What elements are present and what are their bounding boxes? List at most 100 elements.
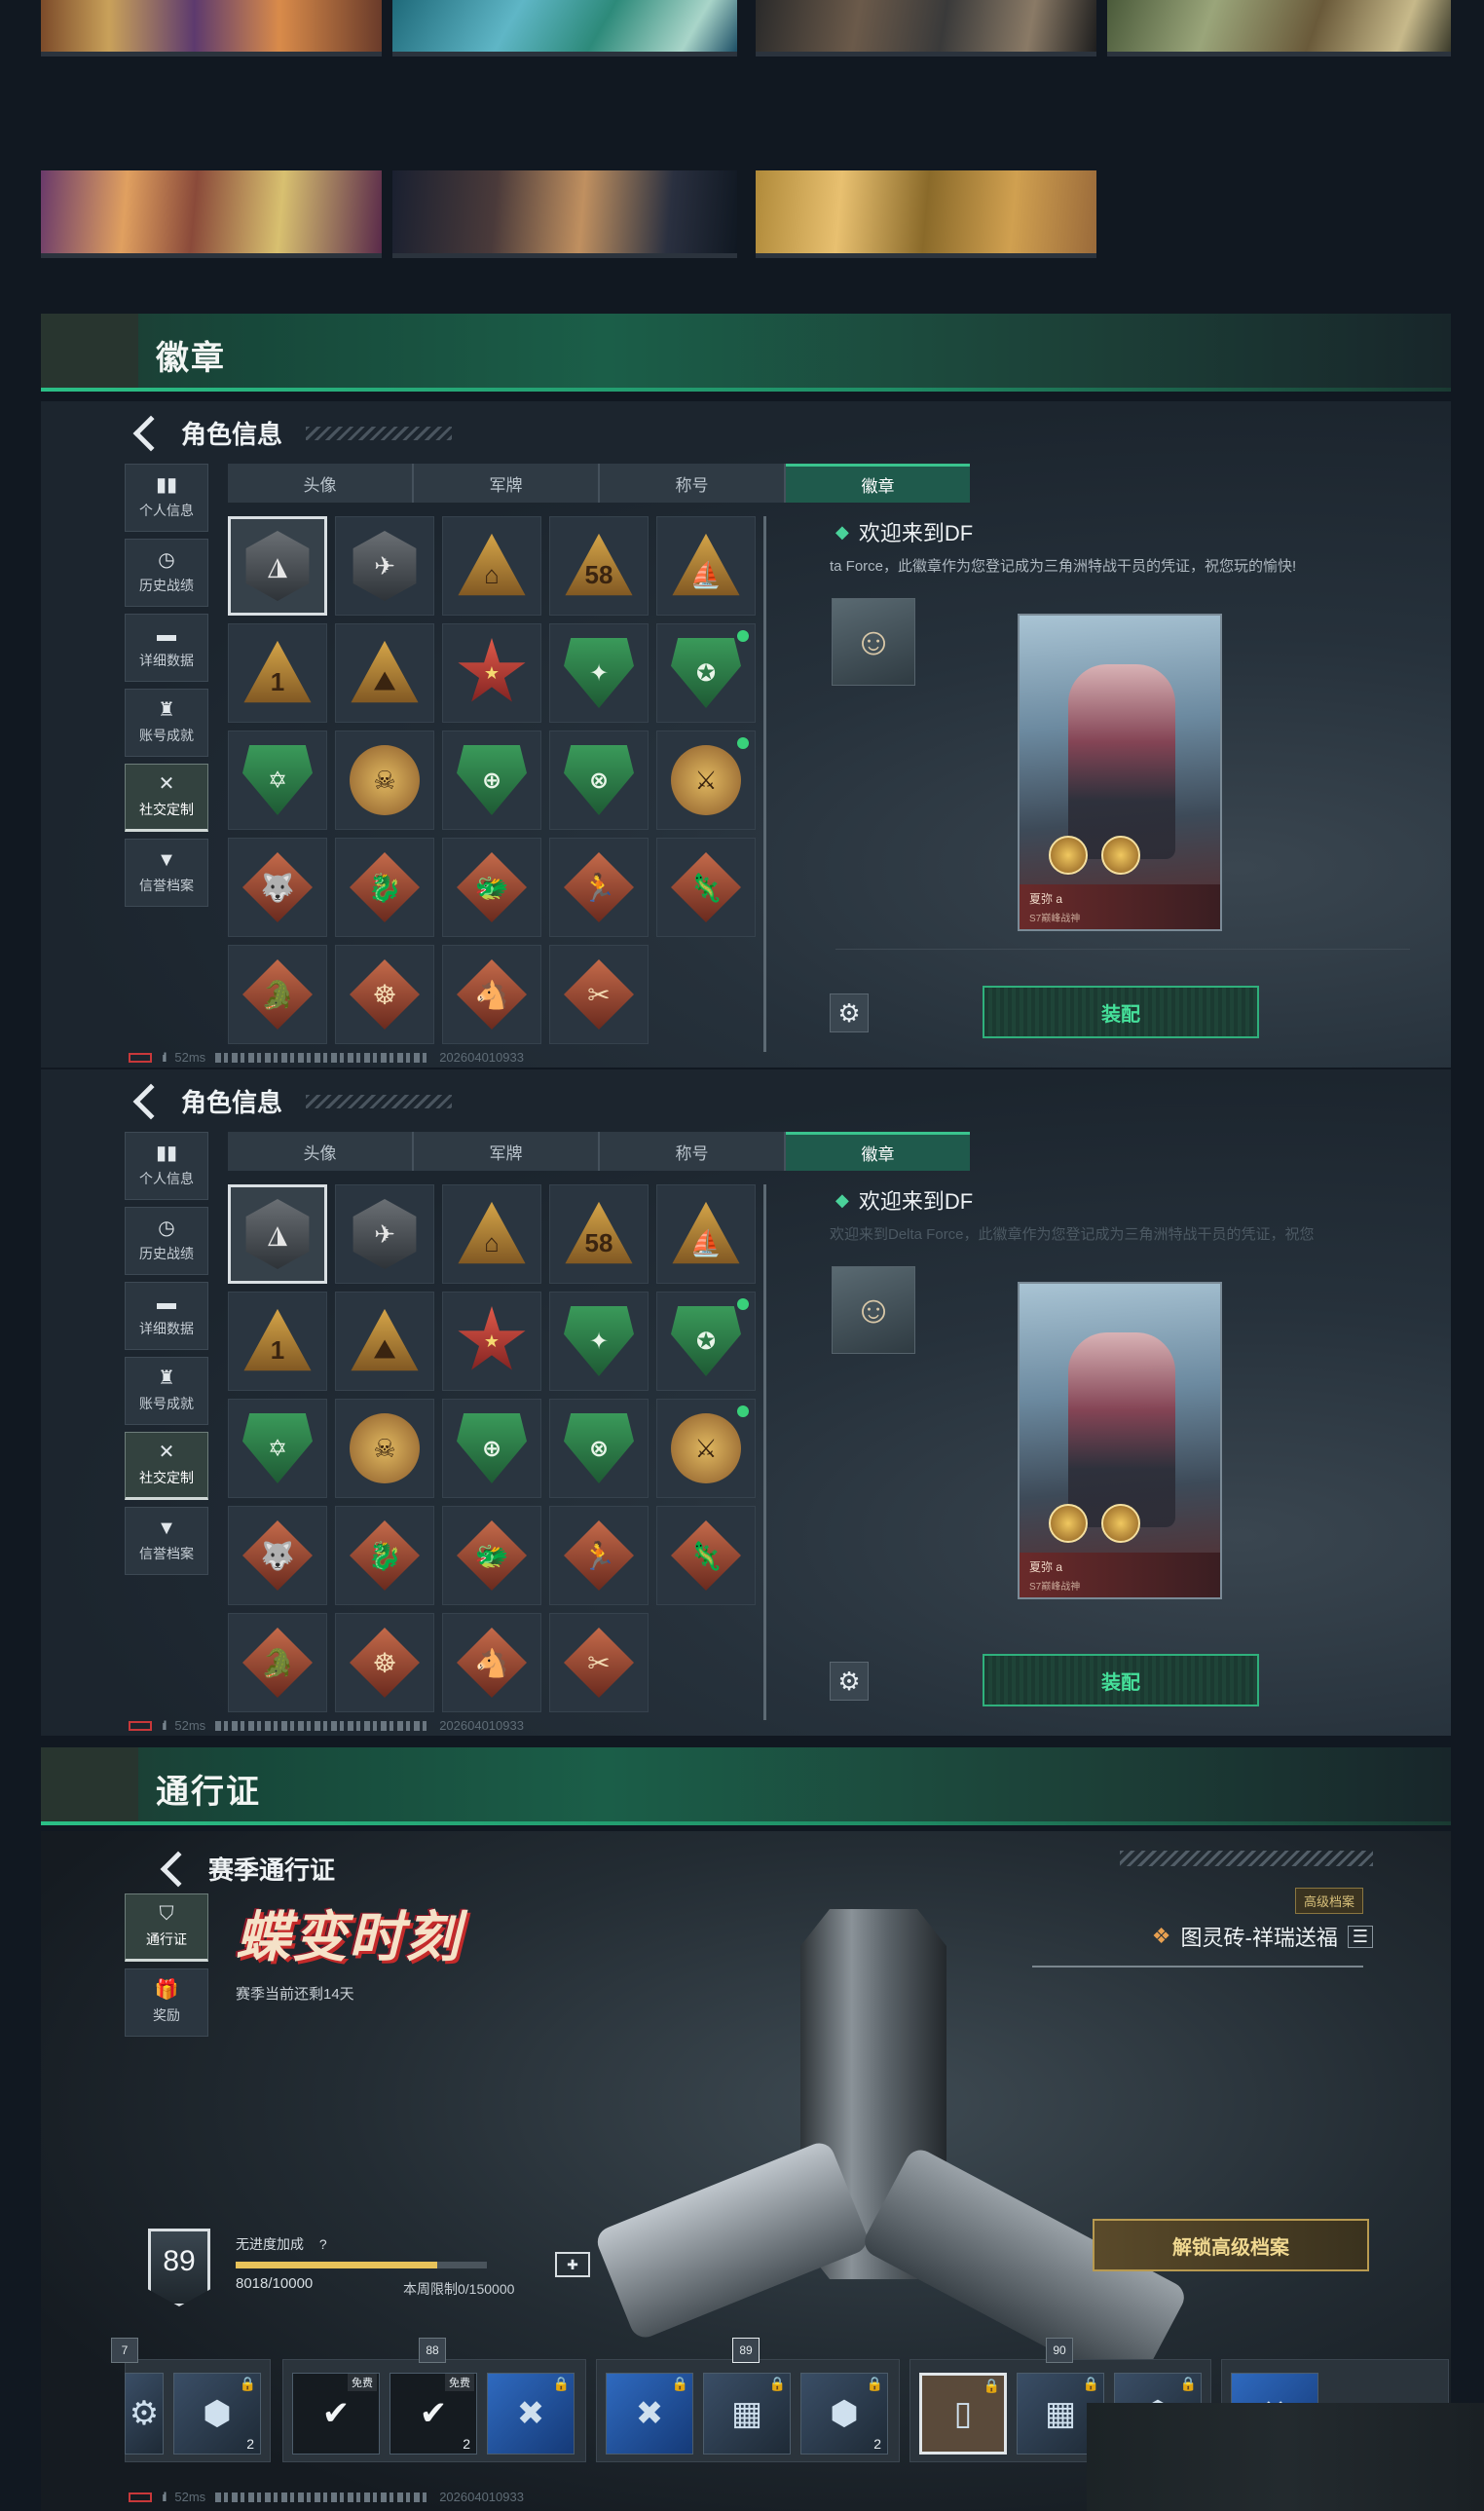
event-banner-2[interactable] xyxy=(392,0,737,56)
gear-icon[interactable]: ⚙ xyxy=(830,993,869,1032)
event-banner-1[interactable] xyxy=(41,0,382,56)
badge-cell[interactable]: 🦎 xyxy=(656,1506,756,1605)
badge-cell[interactable]: 🐲 xyxy=(442,838,541,937)
badge-cell[interactable]: 58 xyxy=(549,516,649,616)
event-banner-3[interactable] xyxy=(756,0,1096,56)
sidebar-item-reputation[interactable]: ▼ 信誉档案 xyxy=(125,1507,208,1575)
reward-title[interactable]: ❖ 图灵砖-祥瑞送福 ☰ xyxy=(1152,1921,1373,1952)
badge-cell[interactable]: 🐲 xyxy=(442,1506,541,1605)
event-banner-4[interactable] xyxy=(1107,0,1451,56)
tab-title[interactable]: 称号 xyxy=(600,1132,786,1171)
tab-badge[interactable]: 徽章 xyxy=(786,464,970,503)
badge-cell[interactable]: ✂ xyxy=(549,1613,649,1712)
reward-slot[interactable]: 🔒 ▦ xyxy=(703,2373,791,2455)
event-banner-5[interactable] xyxy=(41,170,382,258)
badge-cell[interactable]: 1 xyxy=(228,623,327,723)
sidebar-item-stats[interactable]: ▬ 详细数据 xyxy=(125,614,208,682)
badge-cell[interactable]: ⊕ xyxy=(442,731,541,830)
badge-cell[interactable]: ★ xyxy=(442,623,541,723)
badge-cell[interactable]: ⛵ xyxy=(656,1184,756,1284)
badge-cell[interactable]: 🐺 xyxy=(228,1506,327,1605)
badge-cell[interactable]: ⊕ xyxy=(442,1399,541,1498)
badge-cell[interactable]: ✈ xyxy=(335,516,434,616)
reward-slot[interactable]: 🔒 ✖ xyxy=(487,2373,575,2455)
badge-cell[interactable]: ☠ xyxy=(335,1399,434,1498)
sidebar-item-achievements[interactable]: ♜ 账号成就 xyxy=(125,1357,208,1425)
reward-slot[interactable]: ⚙ xyxy=(125,2373,164,2455)
sidebar-item-history[interactable]: ◷ 历史战绩 xyxy=(125,1207,208,1275)
sidebar-item-rewards[interactable]: 🎁 奖励 xyxy=(125,1968,208,2037)
sidebar-item-social[interactable]: ✕ 社交定制 xyxy=(125,764,208,832)
tab-badge[interactable]: 徽章 xyxy=(786,1132,970,1171)
badge-cell[interactable]: 🐺 xyxy=(228,838,327,937)
sidebar-item-profile[interactable]: ▮▮ 个人信息 xyxy=(125,464,208,532)
sidebar-item-pass[interactable]: ⛉ 通行证 xyxy=(125,1893,208,1962)
tab-dogtag[interactable]: 军牌 xyxy=(414,1132,600,1171)
badge-cell[interactable]: ✦ xyxy=(549,1292,649,1391)
ticket-icon[interactable]: ✚ xyxy=(555,2252,590,2277)
event-banner-6[interactable] xyxy=(392,170,737,258)
gear-icon[interactable]: ⚙ xyxy=(830,1662,869,1701)
back-arrow-icon[interactable] xyxy=(132,415,169,451)
badge-cell[interactable]: ✪ xyxy=(656,623,756,723)
help-icon[interactable]: ? xyxy=(319,2236,327,2252)
reward-slot[interactable]: 🔒 ✖ xyxy=(606,2373,693,2455)
badge-cell[interactable]: ⚔ xyxy=(656,731,756,830)
back-arrow-icon[interactable] xyxy=(160,1851,197,1887)
reward-slot[interactable]: 免费 ✔ 2 xyxy=(390,2373,477,2455)
badge-cell[interactable]: 1 xyxy=(228,1292,327,1391)
tab-avatar[interactable]: 头像 xyxy=(228,464,414,503)
badge-cell[interactable]: ⌂ xyxy=(442,516,541,616)
badge-cell[interactable]: ✡ xyxy=(228,1399,327,1498)
badge-cell[interactable]: 🐊 xyxy=(228,945,327,1044)
tab-title[interactable]: 称号 xyxy=(600,464,786,503)
badge-cell[interactable]: ✪ xyxy=(656,1292,756,1391)
badge-shield-icon: ⊕ xyxy=(457,1413,527,1483)
reward-slot[interactable]: 🔒 ⬢ 2 xyxy=(800,2373,888,2455)
badge-cell[interactable]: ★ xyxy=(442,1292,541,1391)
badge-cell[interactable]: ⛵ xyxy=(656,516,756,616)
equip-button[interactable]: 装配 xyxy=(983,1654,1259,1706)
badge-cell[interactable]: 🐴 xyxy=(442,945,541,1044)
badge-cell[interactable]: 🐉 xyxy=(335,838,434,937)
reward-slot[interactable]: 免费 ✔ xyxy=(292,2373,380,2455)
badge-cell-selected[interactable]: ◮ xyxy=(228,516,327,616)
badge-cell[interactable]: 🏃 xyxy=(549,1506,649,1605)
sidebar-item-reputation[interactable]: ▼ 信誉档案 xyxy=(125,839,208,907)
badge-emblem-icon xyxy=(1101,1504,1140,1543)
badge-cell[interactable]: ☠ xyxy=(335,731,434,830)
badge-cell[interactable]: ✂ xyxy=(549,945,649,1044)
badge-cell[interactable]: ✡ xyxy=(228,731,327,830)
badge-cell[interactable]: 🏃 xyxy=(549,838,649,937)
unlock-elite-button[interactable]: 解锁高级档案 xyxy=(1093,2219,1369,2271)
tab-dogtag[interactable]: 军牌 xyxy=(414,464,600,503)
sidebar-item-history[interactable]: ◷ 历史战绩 xyxy=(125,539,208,607)
back-arrow-icon[interactable] xyxy=(132,1083,169,1119)
badge-cell[interactable]: ⊗ xyxy=(549,1399,649,1498)
badge-cell[interactable]: 🐴 xyxy=(442,1613,541,1712)
sidebar-item-social[interactable]: ✕ 社交定制 xyxy=(125,1432,208,1500)
badge-cell-selected[interactable]: ◮ xyxy=(228,1184,327,1284)
reward-slot[interactable]: 🔒 ⬢ 2 xyxy=(173,2373,261,2455)
sidebar-item-stats[interactable]: ▬ 详细数据 xyxy=(125,1282,208,1350)
reward-slot-selected[interactable]: 🔒 ▯ xyxy=(919,2373,1007,2455)
sidebar-item-achievements[interactable]: ♜ 账号成就 xyxy=(125,689,208,757)
badge-cell[interactable]: ⛰ xyxy=(335,623,434,723)
badge-cell[interactable]: 🐊 xyxy=(228,1613,327,1712)
badge-cell[interactable]: ⌂ xyxy=(442,1184,541,1284)
badge-cell[interactable]: ⛰ xyxy=(335,1292,434,1391)
badge-cell[interactable]: ☸ xyxy=(335,945,434,1044)
badge-cell[interactable]: ✈ xyxy=(335,1184,434,1284)
badge-cell[interactable]: ✦ xyxy=(549,623,649,723)
sidebar-item-profile[interactable]: ▮▮ 个人信息 xyxy=(125,1132,208,1200)
badge-cell[interactable]: ⊗ xyxy=(549,731,649,830)
badge-cell[interactable]: ☸ xyxy=(335,1613,434,1712)
list-icon[interactable]: ☰ xyxy=(1347,1925,1373,1948)
event-banner-7[interactable] xyxy=(756,170,1096,258)
badge-cell[interactable]: 58 xyxy=(549,1184,649,1284)
badge-cell[interactable]: 🦎 xyxy=(656,838,756,937)
badge-cell[interactable]: 🐉 xyxy=(335,1506,434,1605)
equip-button[interactable]: 装配 xyxy=(983,986,1259,1038)
tab-avatar[interactable]: 头像 xyxy=(228,1132,414,1171)
badge-cell[interactable]: ⚔ xyxy=(656,1399,756,1498)
